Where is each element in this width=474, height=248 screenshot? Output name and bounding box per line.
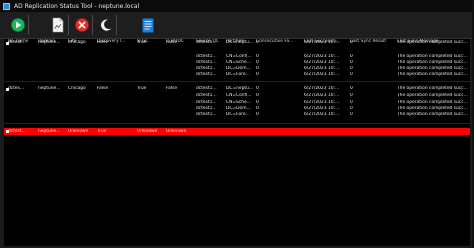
table-row[interactable]: dctest1... DC=Fore... 0 6/27/2023 10:... 0 Th… (4, 72, 470, 78)
cell-partition: DC=neptu... (226, 40, 254, 45)
cell-source-dc: dctest1... (196, 93, 217, 98)
cell-consecutive-failures: 0 (256, 86, 259, 91)
table-row[interactable]: dctes... neptune... Chicago False True False d… (4, 86, 470, 92)
cell-last-sync-result: 0 (350, 112, 353, 117)
cell-source-dc: dctest1... (196, 72, 217, 77)
cell-last-sync-message: The operation completed succ... (397, 93, 468, 98)
group-divider (4, 81, 470, 82)
selected-table-row[interactable]: dctest... neptune... Unknown True Unknown Unk… (4, 128, 470, 135)
cell-site: Chicago (68, 40, 86, 45)
replication-grid[interactable]: DC name Domain Site Discovery I... Is GC Is R… (4, 39, 470, 246)
cell-last-sync-result: 0 (350, 72, 353, 77)
cell-is-rodc: False (166, 40, 178, 45)
cell-is-gc: Unknown (137, 128, 158, 134)
cell-last-sync-message: The operation completed succ... (397, 72, 468, 77)
cell-consecutive-failures: 0 (256, 93, 259, 98)
cell-is-rodc: Unknown (166, 128, 187, 134)
cell-last-sync-message: The operation completed succ... (397, 86, 468, 91)
cell-source-dc: dctest1... (196, 40, 217, 45)
app-icon (3, 2, 10, 10)
title-bar: AD Replication Status Tool - neptune.loc… (0, 0, 472, 12)
cell-is-gc: True (137, 86, 147, 91)
cell-source-dc: dctest1... (196, 86, 217, 91)
cell-last-success: 6/27/2023 10:... (304, 86, 340, 91)
cell-partition: CN=Confi... (226, 93, 252, 98)
cell-dc-name: dctest... (8, 128, 26, 134)
stop-icon (75, 18, 89, 32)
cell-dc-name: dctest... (8, 40, 26, 45)
cell-source-dc: dctest1... (196, 112, 217, 117)
moon-icon (101, 19, 112, 31)
run-button[interactable] (8, 15, 29, 35)
cell-discovery-info: False (97, 86, 109, 91)
report-icon (142, 17, 154, 33)
cell-domain: neptune... (38, 86, 61, 91)
cell-site: Unknown (68, 128, 89, 134)
cell-consecutive-failures: 0 (256, 72, 259, 77)
cell-last-sync-message: The operation completed succ... (397, 112, 468, 117)
cell-is-gc: True (137, 40, 147, 45)
cell-last-success: 6/27/2023 10:... (304, 72, 340, 77)
theme-button[interactable] (96, 15, 117, 35)
cell-domain: neptune... (38, 40, 61, 45)
cell-last-success: 6/27/2023 10:... (304, 93, 340, 98)
cell-last-sync-message: The operation completed succ... (397, 40, 468, 45)
cell-partition: DC=Fore... (226, 112, 250, 117)
cell-last-success: 6/27/2023 10:... (304, 40, 340, 45)
cell-partition: DC=neptu... (226, 86, 254, 91)
cell-discovery-info: True (97, 128, 107, 134)
app-window: AD Replication Status Tool - neptune.loc… (0, 0, 474, 248)
document-icon (52, 17, 64, 33)
stop-button[interactable] (72, 15, 93, 35)
cell-last-sync-result: 0 (350, 93, 353, 98)
cell-last-sync-result: 0 (350, 86, 353, 91)
cell-consecutive-failures: 0 (256, 40, 259, 45)
table-row[interactable]: dctest1... CN=Confi... 0 6/27/2023 10:... 0 T… (4, 93, 470, 99)
cell-last-sync-result: 0 (350, 40, 353, 45)
cell-site: Chicago (68, 86, 86, 91)
report-button[interactable] (138, 15, 158, 35)
toolbar (0, 12, 472, 39)
table-row[interactable]: dctest1... DC=Fore... 0 6/27/2023 10:... 0 Th… (4, 112, 470, 118)
play-icon (11, 18, 25, 32)
cell-domain: neptune... (38, 128, 61, 134)
group-divider (4, 123, 470, 124)
cell-last-success: 6/27/2023 10:... (304, 112, 340, 117)
cell-discovery-info: False (97, 40, 109, 45)
table-row[interactable]: dctest... neptune... Chicago False True False… (4, 40, 470, 46)
cell-consecutive-failures: 0 (256, 112, 259, 117)
cell-partition: DC=Fore... (226, 72, 250, 77)
cell-dc-name: dctes... (8, 86, 25, 91)
export-button[interactable] (48, 15, 69, 35)
window-title: AD Replication Status Tool - neptune.loc… (14, 2, 140, 10)
cell-is-rodc: False (166, 86, 178, 91)
